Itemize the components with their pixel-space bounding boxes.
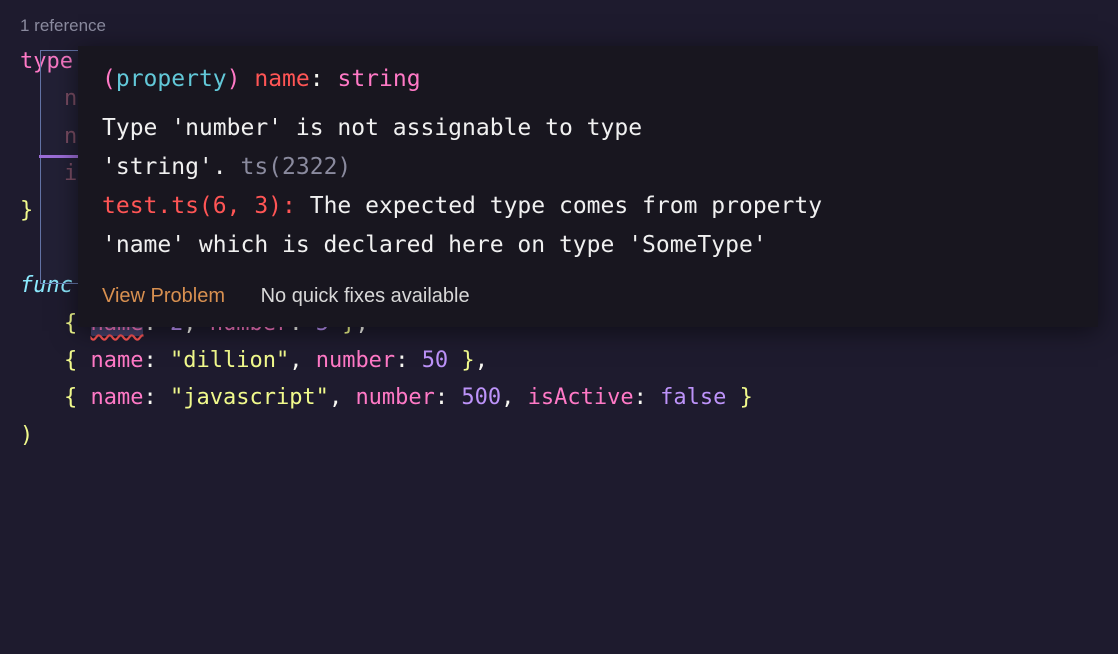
tooltip-error-message: Type 'number' is not assignable to type … [102,109,1074,187]
code-line-obj2: { name: "dillion", number: 50 }, [20,342,1098,379]
hover-tooltip: (property) name: string Type 'number' is… [78,46,1098,327]
tooltip-actions: View Problem No quick fixes available [102,279,1074,313]
no-quick-fix-label: No quick fixes available [261,285,470,307]
codelens-references[interactable]: 1 reference [20,12,1098,41]
keyword-function: func [20,273,73,298]
tooltip-signature: (property) name: string [102,60,1074,99]
tooltip-related-info: test.ts(6, 3): The expected type comes f… [102,187,1074,265]
code-line-closeparen: ) [20,417,1098,454]
code-line-obj3: { name: "javascript", number: 500, isAct… [20,379,1098,416]
view-problem-link[interactable]: View Problem [102,285,225,307]
tooltip-file-location[interactable]: test.ts(6, 3): [102,193,296,219]
keyword-type: type [20,49,73,74]
tooltip-error-code: ts(2322) [240,154,351,180]
